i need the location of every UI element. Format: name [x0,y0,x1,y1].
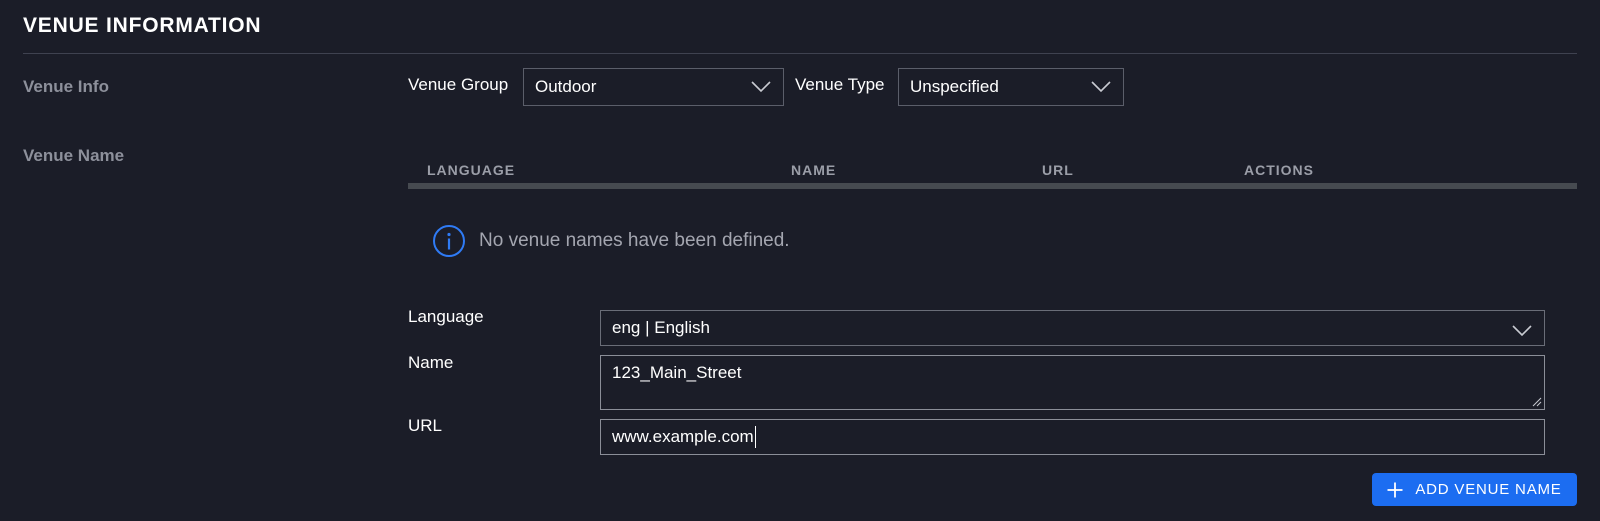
column-header-language[interactable]: LANGUAGE [427,162,515,178]
venue-information-panel: VENUE INFORMATION Venue Info Venue Group… [0,0,1600,521]
venue-type-value: Unspecified [910,77,999,96]
venue-names-table-header: LANGUAGE NAME URL ACTIONS [408,160,1577,182]
language-select[interactable]: eng | English [600,310,1545,346]
venue-group-label: Venue Group [408,75,509,94]
column-header-url[interactable]: URL [1042,162,1074,178]
chevron-down-icon [1512,325,1532,337]
section-title: VENUE INFORMATION [23,14,262,37]
venue-type-label: Venue Type [795,75,885,94]
info-circle-icon [433,225,465,257]
empty-message-text: No venue names have been defined. [479,230,790,251]
column-header-actions: ACTIONS [1244,162,1314,178]
name-textarea[interactable]: 123_Main_Street [600,355,1545,410]
url-value: www.example.com [612,427,754,446]
language-label: Language [408,307,484,326]
name-value: 123_Main_Street [612,363,742,382]
url-label: URL [408,416,443,435]
text-caret [754,426,756,448]
empty-table-message: No venue names have been defined. [432,224,790,258]
language-value: eng | English [612,318,710,337]
venue-group-select[interactable]: Outdoor [523,68,784,106]
section-divider [23,53,1577,54]
venue-info-row-label: Venue Info [23,77,109,96]
venue-type-select[interactable]: Unspecified [898,68,1124,106]
add-venue-name-button[interactable]: ADD VENUE NAME [1372,473,1577,506]
column-header-name[interactable]: NAME [791,162,836,178]
venue-group-value: Outdoor [535,77,597,96]
resize-grip-icon[interactable] [1532,397,1542,407]
url-input[interactable]: www.example.com [600,419,1545,455]
table-header-rule [408,183,1577,189]
venue-name-row-label: Venue Name [23,146,125,165]
chevron-down-icon [751,81,771,93]
add-venue-name-label: ADD VENUE NAME [1415,481,1562,498]
chevron-down-icon [1091,81,1111,93]
name-label: Name [408,353,454,372]
plus-icon [1387,482,1403,497]
